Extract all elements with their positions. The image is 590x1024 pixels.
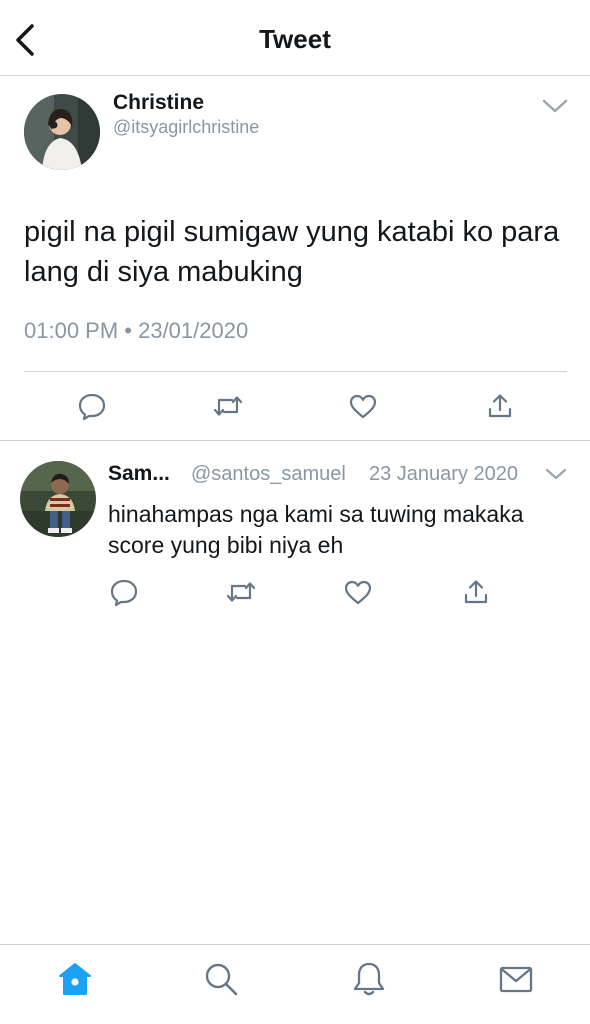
reply-icon[interactable]: [108, 576, 140, 608]
reply-author-name[interactable]: Sam...: [108, 462, 170, 486]
author-name[interactable]: Christine: [113, 91, 204, 115]
chevron-down-icon[interactable]: [540, 96, 570, 116]
notifications-icon[interactable]: [349, 959, 389, 999]
like-icon[interactable]: [347, 390, 379, 422]
retweet-icon[interactable]: [224, 576, 258, 608]
share-icon[interactable]: [460, 576, 492, 608]
page-title: Tweet: [259, 24, 331, 54]
home-icon[interactable]: [55, 959, 95, 999]
reply-icon[interactable]: [76, 390, 108, 422]
divider: [0, 440, 590, 441]
author-handle[interactable]: @itsyagirlchristine: [113, 117, 259, 138]
share-icon[interactable]: [484, 390, 516, 422]
like-icon[interactable]: [342, 576, 374, 608]
avatar[interactable]: [24, 94, 100, 170]
tweet-text: pigil na pigil sumigaw yung katabi ko pa…: [24, 216, 560, 288]
chevron-down-icon[interactable]: [544, 466, 568, 482]
tab-bar: [0, 944, 590, 1024]
divider: [24, 371, 567, 372]
tweet-timestamp: 01:00 PM • 23/01/2020: [24, 318, 249, 343]
messages-icon[interactable]: [496, 959, 536, 999]
avatar[interactable]: [20, 461, 96, 537]
search-icon[interactable]: [201, 959, 241, 999]
retweet-icon[interactable]: [211, 390, 245, 422]
reply-date: 23 January 2020: [369, 463, 519, 485]
reply-author-handle[interactable]: @santos_samuel: [191, 463, 346, 486]
reply-text: hinahampas nga kami sa tuwing makaka sco…: [108, 501, 524, 558]
top-bar: Tweet: [0, 0, 590, 76]
